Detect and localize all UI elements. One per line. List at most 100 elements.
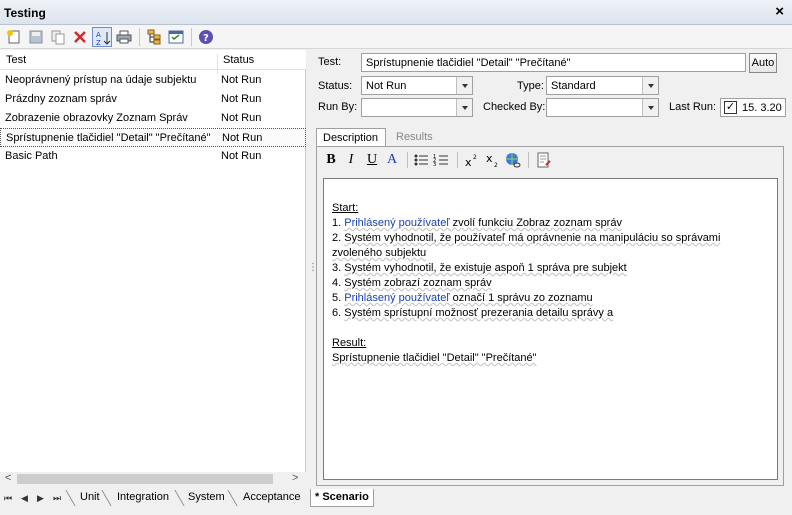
svg-text:2: 2 xyxy=(494,162,498,168)
numbered-list-icon: 123 xyxy=(433,154,448,168)
type-select[interactable]: Standard xyxy=(546,76,659,95)
step-line: 4. Systém zobrazí zoznam správ xyxy=(332,277,492,289)
column-header-test[interactable]: Test xyxy=(6,54,26,66)
delete-icon xyxy=(74,31,86,43)
last-page-icon[interactable]: ⏭ xyxy=(53,493,61,504)
test-status: Not Run xyxy=(221,93,262,105)
tab-unit[interactable]: Unit xyxy=(76,489,104,507)
checked-by-select[interactable] xyxy=(546,98,659,117)
test-list: Test Status Neoprávnený prístup na údaje… xyxy=(0,50,306,472)
horizontal-scrollbar[interactable]: < > xyxy=(0,472,306,486)
test-details: Test: Sprístupnenie tlačidiel "Detail" "… xyxy=(313,50,792,490)
type-label: Type: xyxy=(517,80,544,92)
close-button[interactable]: × xyxy=(775,3,784,20)
status-label: Status: xyxy=(318,80,353,92)
properties-icon xyxy=(168,30,184,44)
test-row[interactable]: Neoprávnený prístup na údaje subjektu No… xyxy=(0,71,306,90)
last-run-checkbox[interactable]: ✓ xyxy=(724,101,737,114)
bold-button[interactable]: B xyxy=(323,152,339,168)
tab-integration[interactable]: Integration xyxy=(113,489,173,507)
actor-link[interactable]: Prihlásený používateľ xyxy=(344,217,449,229)
format-separator xyxy=(407,152,408,168)
test-name: Prázdny zoznam správ xyxy=(5,93,117,105)
chevron-down-icon[interactable] xyxy=(456,99,472,116)
font-color-button[interactable]: A xyxy=(384,152,400,168)
test-name-input[interactable]: Sprístupnenie tlačidiel "Detail" "Prečít… xyxy=(361,53,746,72)
test-row[interactable]: Basic Path Not Run xyxy=(0,147,306,166)
next-page-icon[interactable]: ▶ xyxy=(37,493,44,504)
subscript-button[interactable]: x2 xyxy=(485,152,501,169)
tab-system[interactable]: System xyxy=(184,489,229,507)
test-row-selected[interactable]: Sprístupnenie tlačidiel "Detail" "Prečít… xyxy=(0,128,306,147)
hyperlink-button[interactable] xyxy=(505,152,521,168)
auto-button[interactable]: Auto xyxy=(749,53,777,73)
copy-icon xyxy=(51,30,65,45)
new-button[interactable] xyxy=(4,27,24,47)
actor-link[interactable]: Prihlásený používateľ xyxy=(344,292,449,304)
svg-text:Z: Z xyxy=(96,39,101,46)
bullet-list-button[interactable] xyxy=(413,152,429,168)
prev-page-icon[interactable]: ◀ xyxy=(21,493,28,504)
numbered-list-button[interactable]: 123 xyxy=(433,152,449,168)
tab-results[interactable]: Results xyxy=(390,128,439,147)
underline-button[interactable]: U xyxy=(364,152,380,168)
tab-scenario[interactable]: * Scenario xyxy=(310,489,374,507)
scroll-left-arrow[interactable]: < xyxy=(5,472,11,484)
start-heading: Start: xyxy=(332,202,359,214)
test-name: Basic Path xyxy=(5,150,58,162)
save-icon xyxy=(29,30,43,44)
sort-button[interactable]: AZ xyxy=(92,27,112,47)
column-header-status[interactable]: Status xyxy=(223,54,254,66)
last-run-date[interactable]: ✓ 15. 3.20 xyxy=(720,98,786,117)
test-list-header: Test Status xyxy=(0,50,306,74)
status-select[interactable]: Not Run xyxy=(361,76,473,95)
globe-link-icon xyxy=(506,153,521,168)
first-page-icon[interactable]: ⏮ xyxy=(4,493,12,504)
test-row[interactable]: Prázdny zoznam správ Not Run xyxy=(0,90,306,109)
test-status: Not Run xyxy=(221,74,262,86)
test-row[interactable]: Zobrazenie obrazovky Zoznam Správ Not Ru… xyxy=(0,109,306,128)
superscript-icon: x2 xyxy=(465,154,477,169)
format-separator xyxy=(457,152,458,168)
checked-by-label: Checked By: xyxy=(483,101,546,113)
document-edit-icon xyxy=(537,152,551,168)
help-icon: ? xyxy=(199,30,213,44)
test-status: Not Run xyxy=(221,112,262,124)
print-icon xyxy=(116,30,132,44)
test-status: Not Run xyxy=(221,150,262,162)
hierarchy-icon xyxy=(147,29,161,45)
svg-text:x: x xyxy=(486,152,493,165)
delete-button[interactable] xyxy=(70,27,90,47)
run-by-label: Run By: xyxy=(318,101,358,113)
properties-button[interactable] xyxy=(166,27,186,47)
tab-description[interactable]: Description xyxy=(316,128,386,147)
save-button[interactable] xyxy=(26,27,46,47)
scrollbar-thumb[interactable] xyxy=(17,474,273,484)
tab-acceptance[interactable]: Acceptance xyxy=(239,489,304,507)
print-button[interactable] xyxy=(114,27,134,47)
svg-text:3: 3 xyxy=(433,162,436,168)
new-icon xyxy=(7,30,20,44)
edit-document-button[interactable] xyxy=(536,152,552,168)
svg-text:x: x xyxy=(465,156,472,168)
superscript-button[interactable]: x2 xyxy=(464,152,480,169)
hierarchy-button[interactable] xyxy=(144,27,164,47)
description-text-area[interactable]: Start: 1. Prihlásený používateľ zvolí fu… xyxy=(323,178,778,480)
result-heading: Result: xyxy=(332,337,367,349)
svg-text:A: A xyxy=(96,31,101,39)
bullet-list-icon xyxy=(414,154,428,166)
window-title: Testing xyxy=(4,6,46,20)
step-line: 6. Systém sprístupní možnosť prezerania … xyxy=(332,307,614,319)
chevron-down-icon[interactable] xyxy=(456,77,472,94)
copy-button[interactable] xyxy=(48,27,68,47)
chevron-down-icon[interactable] xyxy=(642,99,658,116)
toolbar-separator xyxy=(191,28,192,46)
italic-button[interactable]: I xyxy=(343,152,359,168)
format-toolbar: B I U A 123 x2 x2 xyxy=(317,147,783,173)
scroll-right-arrow[interactable]: > xyxy=(292,472,298,484)
svg-text:2: 2 xyxy=(473,154,477,161)
help-button[interactable]: ? xyxy=(196,27,216,47)
chevron-down-icon[interactable] xyxy=(642,77,658,94)
run-by-select[interactable] xyxy=(361,98,473,117)
svg-text:?: ? xyxy=(203,33,209,44)
